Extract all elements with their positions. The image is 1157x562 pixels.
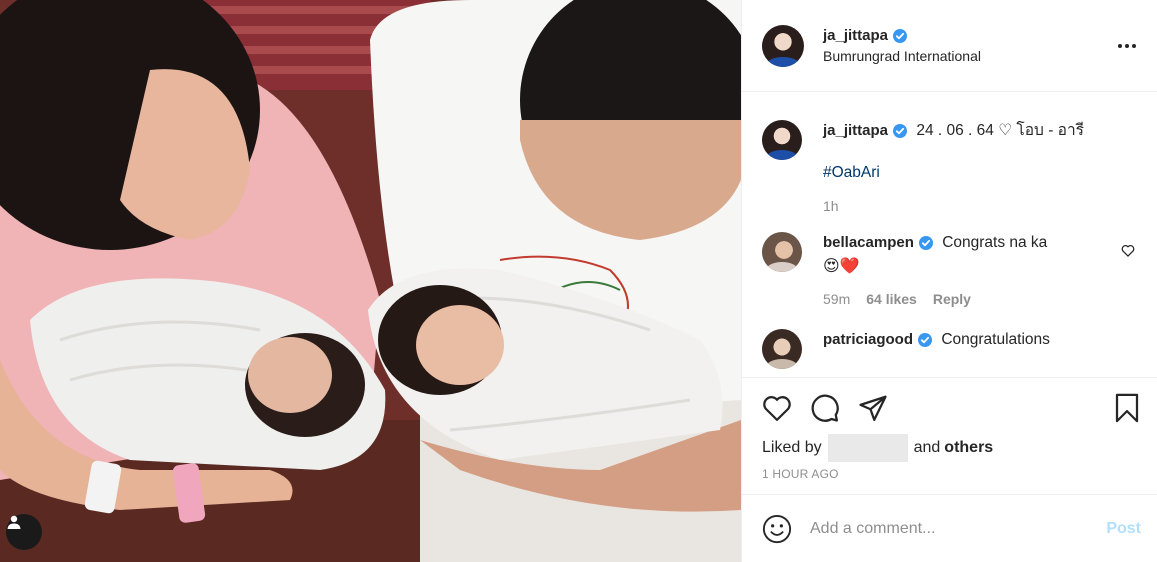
author-username-text[interactable]: ja_jittapa: [823, 27, 888, 44]
caption: ja_jittapa 24 . 06 . 64 ♡ โอบ - อารี #Oa…: [762, 120, 1141, 214]
comment-emoji: 😍❤️: [823, 258, 860, 275]
verified-badge-icon: [918, 333, 933, 347]
liked-by-label: Liked by: [762, 439, 822, 456]
liked-by-user-redacted[interactable]: [827, 434, 908, 462]
liked-by-and: and: [913, 439, 941, 456]
caption-author-username[interactable]: ja_jittapa: [823, 120, 908, 142]
comments-section[interactable]: ja_jittapa 24 . 06 . 64 ♡ โอบ - อารี #Oa…: [742, 92, 1157, 377]
comment-time: 59m: [823, 291, 851, 307]
verified-badge-icon: [918, 236, 933, 250]
emoji-button[interactable]: [762, 514, 792, 544]
commenter-username[interactable]: patriciagood: [823, 329, 933, 351]
post-actions: Liked by and others 1 HOUR AGO: [742, 377, 1157, 494]
commenter-username-text[interactable]: patriciagood: [823, 329, 913, 351]
post-comment-button[interactable]: Post: [1106, 520, 1141, 538]
post-photo-illustration: [0, 0, 741, 562]
user-tag-icon: [7, 515, 21, 529]
post-timestamp: 1 HOUR AGO: [762, 467, 839, 481]
caption-time: 1h: [823, 198, 839, 214]
author-username[interactable]: ja_jittapa: [823, 27, 908, 44]
instagram-post-modal: ja_jittapa Bumrungrad International ja_j…: [0, 0, 1157, 562]
save-button[interactable]: [1113, 393, 1141, 423]
add-comment-bar: Post: [742, 494, 1157, 562]
share-button[interactable]: [858, 394, 888, 422]
bookmark-icon: [1115, 393, 1139, 423]
comment-likes[interactable]: 64 likes: [866, 291, 917, 307]
comment-text: Congratulations: [941, 331, 1050, 348]
comment-item: patriciagood Congratulations: [762, 329, 1141, 369]
comment-text: Congrats na ka: [942, 234, 1048, 251]
reply-button[interactable]: Reply: [933, 291, 971, 307]
caption-author-username-text[interactable]: ja_jittapa: [823, 120, 888, 142]
liked-by-others[interactable]: others: [944, 439, 993, 457]
verified-badge-icon: [893, 124, 908, 138]
post-header: ja_jittapa Bumrungrad International: [742, 0, 1157, 92]
comment-icon: [811, 394, 839, 422]
comment-button[interactable]: [810, 393, 840, 423]
verified-badge-icon: [893, 28, 908, 43]
hashtag-link[interactable]: #OabAri: [823, 164, 1141, 182]
caption-text: 24 . 06 . 64 ♡ โอบ - อารี: [916, 122, 1084, 139]
emoji-icon: [762, 514, 792, 543]
heart-icon: [763, 396, 791, 421]
comment-input[interactable]: [810, 519, 1107, 538]
comment-meta: 59m 64 likes Reply: [823, 291, 1141, 307]
liked-by: Liked by and others: [762, 434, 1141, 462]
commenter-username[interactable]: bellacampen: [823, 232, 933, 254]
share-icon: [859, 395, 887, 421]
post-location[interactable]: Bumrungrad International: [823, 48, 1113, 64]
comment-like-icon[interactable]: [1121, 244, 1135, 257]
post-side-panel: ja_jittapa Bumrungrad International ja_j…: [741, 0, 1157, 562]
commenter-username-text[interactable]: bellacampen: [823, 232, 914, 254]
post-photo[interactable]: [0, 0, 741, 562]
comment-item: bellacampen Congrats na ka 😍❤️ 59m 64 li…: [762, 232, 1141, 307]
caption-author-avatar[interactable]: [762, 120, 802, 160]
user-tag-button[interactable]: [6, 514, 42, 550]
more-options-button[interactable]: [1113, 32, 1141, 60]
commenter-avatar[interactable]: [762, 232, 802, 272]
like-button[interactable]: [762, 394, 792, 422]
more-options-icon: [1118, 43, 1136, 48]
commenter-avatar[interactable]: [762, 329, 802, 369]
author-avatar[interactable]: [762, 24, 804, 67]
